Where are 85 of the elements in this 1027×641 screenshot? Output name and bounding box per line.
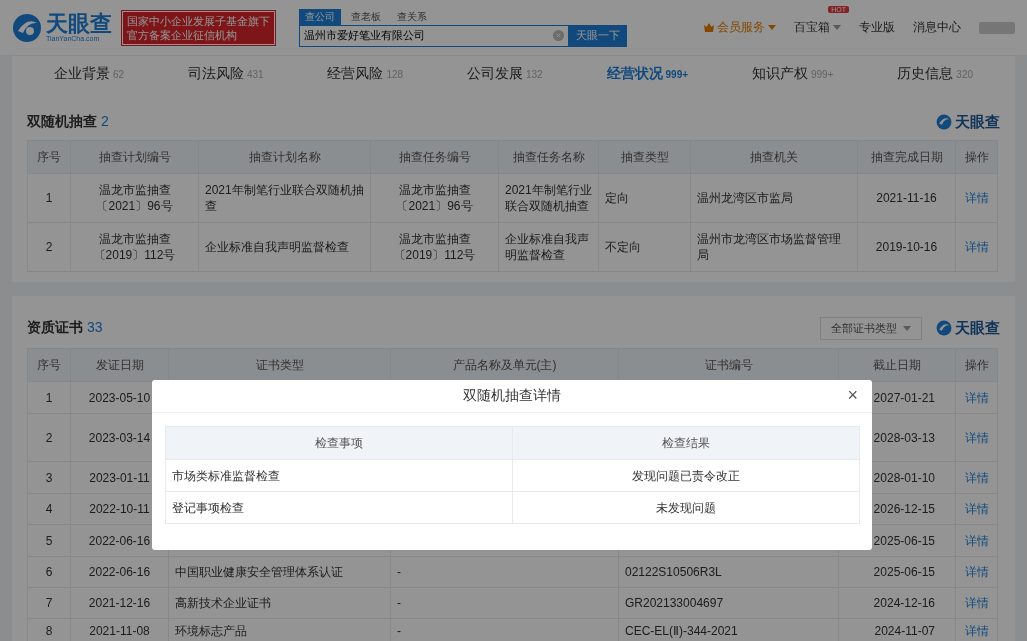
dialog-title: 双随机抽查详情 [463, 387, 561, 405]
section-tab[interactable]: 经营状况 999+ [606, 65, 689, 83]
table-cell: GR202133004697 [618, 587, 839, 619]
table-cell: 5 [27, 524, 71, 557]
header-cell: 截止日期 [838, 348, 956, 382]
table-cell: 温龙市监抽查〔2019〕112号 [370, 222, 499, 272]
logo-icon [12, 12, 42, 43]
clear-icon[interactable] [553, 29, 564, 41]
table-cell: 8 [27, 618, 71, 641]
header-cell: 产品名称及单元(主) [390, 348, 619, 382]
table-cell: - [390, 587, 619, 619]
vip-link[interactable]: 会员服务 [717, 19, 765, 36]
table-cell: 发现问题已责令改正 [512, 459, 860, 492]
type-filter-dropdown[interactable]: 全部证书类型 [820, 316, 922, 340]
header-cell: 抽查完成日期 [857, 140, 956, 174]
caret-icon [833, 25, 841, 30]
promo-badge: 国家中小企业发展子基金旗下 官方备案企业征信机构 [122, 10, 275, 45]
search-tab[interactable]: 查关系 [391, 8, 433, 25]
header-cell: 检查事项 [165, 426, 513, 460]
table-cell: 高新技术企业证书 [168, 587, 391, 619]
table-cell: 定向 [598, 173, 691, 223]
table-cell: 温龙市监抽查〔2021〕96号 [370, 173, 499, 223]
table-cell: 2024-12-16 [838, 587, 956, 619]
table-cell: 2021-12-16 [70, 587, 169, 619]
header-cell: 证书类型 [168, 348, 391, 382]
table-cell: 企业标准自我声明监督检查 [198, 222, 371, 272]
logo-text: 天眼查 [46, 13, 112, 35]
crown-icon [704, 23, 714, 32]
table-cell: 中国职业健康安全管理体系认证 [168, 556, 391, 588]
table-cell: 3 [27, 461, 71, 494]
table-cell: 未发现问题 [512, 491, 860, 524]
header-cell: 抽查任务名称 [498, 140, 599, 174]
table-cell: - [390, 556, 619, 588]
header-cell: 抽查任务编号 [370, 140, 499, 174]
table-cell: 2022-06-16 [70, 556, 169, 588]
table-cell: 2 [27, 413, 71, 462]
brand-logo: 天眼查 [936, 112, 1000, 132]
table-cell: 温州市龙湾区市场监督管理局 [690, 222, 858, 272]
nav-link[interactable]: 专业版 [859, 19, 895, 36]
table-cell: 企业标准自我声明监督检查 [498, 222, 599, 272]
table-cell: 2021年制笔行业联合双随机抽查 [198, 173, 371, 223]
table-cell: 6 [27, 556, 71, 588]
header-cell: 抽查机关 [690, 140, 858, 174]
caret-icon [768, 25, 776, 30]
header-cell: 检查结果 [512, 426, 860, 460]
search-field[interactable]: 温州市爱好笔业有限公司 [299, 24, 569, 47]
header-cell: 抽查计划名称 [198, 140, 371, 174]
search-tab[interactable]: 查老板 [345, 8, 387, 25]
section-title: 双随机抽查 2 [27, 113, 109, 131]
table-cell: 2 [27, 222, 71, 272]
brand-logo: 天眼查 [936, 318, 1000, 338]
header-cell: 抽查类型 [598, 140, 691, 174]
header-cell: 序号 [27, 140, 71, 174]
table-cell: 温州龙湾区市监局 [690, 173, 858, 223]
table-cell: 不定向 [598, 222, 691, 272]
header-cell: 证书编号 [618, 348, 839, 382]
table-cell: 2021-11-16 [857, 173, 956, 223]
table-cell: 2021年制笔行业联合双随机抽查 [498, 173, 599, 223]
section-title: 资质证书 33 [27, 319, 103, 337]
table-cell: 7 [27, 587, 71, 619]
search-tab[interactable]: 查公司 [299, 8, 341, 25]
search-button[interactable]: 天眼一下 [569, 24, 627, 47]
caret-icon [903, 325, 911, 331]
table-cell: 2025-06-15 [838, 556, 956, 588]
close-button[interactable]: × [847, 386, 858, 404]
header-cell: 发证日期 [70, 348, 169, 382]
table-cell: 登记事项检查 [165, 491, 513, 524]
detail-link[interactable]: 详情 [964, 240, 989, 254]
table-cell: 市场类标准监督检查 [165, 459, 513, 492]
nav-link[interactable]: 消息中心 [913, 19, 961, 36]
table-cell: 温龙市监抽查〔2019〕112号 [70, 222, 199, 272]
table-cell: 1 [27, 173, 71, 223]
table-cell: 02122S10506R3L [618, 556, 839, 588]
header-cell: 操作 [955, 348, 998, 382]
nav-link[interactable]: 百宝箱 [794, 19, 830, 36]
table-cell: 温龙市监抽查〔2021〕96号 [70, 173, 199, 223]
header-cell: 操作 [955, 140, 998, 174]
detail-link[interactable]: 详情 [964, 430, 989, 445]
header-cell: 序号 [27, 348, 71, 382]
table-cell: 1 [27, 381, 71, 414]
table-cell: 2019-10-16 [857, 222, 956, 272]
table-cell: 4 [27, 493, 71, 525]
avatar[interactable] [979, 21, 1015, 34]
header-cell: 抽查计划编号 [70, 140, 199, 174]
detail-link[interactable]: 详情 [964, 191, 989, 205]
